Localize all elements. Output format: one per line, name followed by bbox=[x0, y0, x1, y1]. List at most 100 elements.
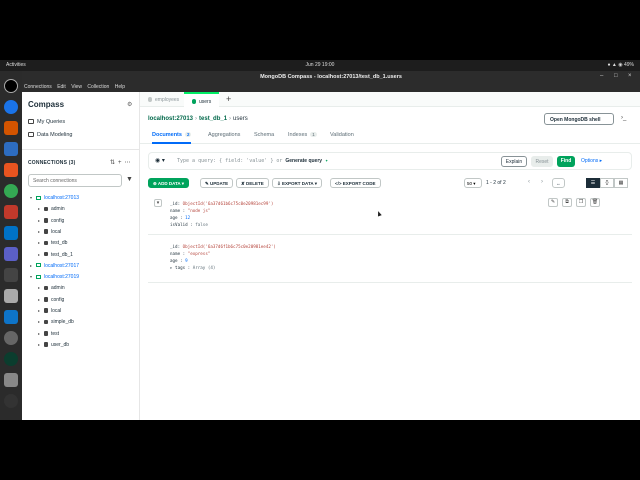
office-icon[interactable] bbox=[4, 205, 18, 219]
database-item[interactable]: ▸ local bbox=[38, 229, 61, 235]
expand-all-button[interactable]: ↔ bbox=[552, 178, 565, 188]
text-editor-icon[interactable] bbox=[4, 289, 18, 303]
find-button[interactable]: Find bbox=[557, 156, 575, 167]
data-modeling-link[interactable]: Data Modeling bbox=[28, 132, 72, 138]
connection-item[interactable]: ▾ localhost:27013 bbox=[30, 195, 79, 201]
files-icon[interactable] bbox=[4, 121, 18, 135]
window-title: MongoDB Compass - localhost:27013/test_d… bbox=[260, 74, 402, 80]
clock[interactable]: Jun 29 19:00 bbox=[0, 62, 640, 68]
database-item[interactable]: ▸ admin bbox=[38, 285, 65, 291]
vscode-icon[interactable] bbox=[4, 310, 18, 324]
connection-actions[interactable]: ⇅+⋯ bbox=[110, 159, 134, 166]
subtab-validation[interactable]: Validation bbox=[330, 132, 354, 142]
menu-view[interactable]: View bbox=[71, 84, 82, 90]
gear-icon[interactable]: ⚙ bbox=[127, 101, 132, 108]
new-tab-button[interactable]: + bbox=[226, 94, 231, 104]
queries-icon bbox=[28, 119, 34, 125]
system-tray[interactable]: ● ▲ ◉ 49% bbox=[607, 62, 634, 68]
trash-icon[interactable]: 🗑 bbox=[590, 198, 600, 207]
my-queries-link[interactable]: My Queries bbox=[28, 119, 65, 125]
database-item[interactable]: ▸ simple_db bbox=[38, 319, 74, 325]
field-value: ObjectId('6a37d6f1b6c75c0e20981ee42') bbox=[182, 244, 276, 249]
table-view-icon[interactable]: ▦ bbox=[614, 178, 628, 188]
field-key: isValid bbox=[170, 222, 188, 227]
menu-collection[interactable]: Collection bbox=[87, 84, 109, 90]
query-history-icon[interactable]: ◉ ▾ bbox=[155, 157, 165, 164]
open-shell-button[interactable]: Open MongoDB shell bbox=[544, 113, 614, 125]
subtab-indexes[interactable]: Indexes 1 bbox=[288, 132, 317, 142]
document-card[interactable]: ▾ ✎ ⧉ ❐ 🗑 _id: ObjectId('6a37d61b6c75c0e20981… bbox=[148, 195, 632, 235]
filter-icon[interactable]: ▼ bbox=[126, 176, 133, 183]
minimize-icon[interactable]: – bbox=[600, 73, 603, 79]
settings-icon[interactable] bbox=[4, 331, 18, 345]
trash-icon[interactable] bbox=[4, 373, 18, 387]
field-value: false bbox=[195, 222, 208, 227]
database-item[interactable]: ▸ config bbox=[38, 218, 64, 224]
teams-icon[interactable] bbox=[4, 247, 18, 261]
outlook-icon[interactable] bbox=[4, 226, 18, 240]
database-item[interactable]: ▸ test_db bbox=[38, 240, 67, 246]
database-icon bbox=[44, 251, 48, 257]
query-input[interactable]: Type a query: { field: 'value' } or Gene… bbox=[177, 158, 328, 164]
search-connections-input[interactable]: Search connections bbox=[28, 174, 122, 187]
tab-users[interactable]: users bbox=[184, 92, 220, 107]
chevron-left-icon[interactable]: ‹ bbox=[528, 179, 530, 185]
subtab-aggregations[interactable]: Aggregations bbox=[208, 132, 240, 142]
export-data-button[interactable]: ⇩ EXPORT DATA ▾ bbox=[272, 178, 322, 188]
thunderbird-icon[interactable] bbox=[4, 100, 18, 114]
tree-item-label: config bbox=[51, 296, 65, 303]
database-item[interactable]: ▸ admin bbox=[38, 206, 65, 212]
field-id: _id: ObjectId('6a37d61b6c75c0e20981ec99'… bbox=[170, 201, 273, 206]
sparkle-icon: ✦ bbox=[325, 158, 329, 164]
database-item[interactable]: ▸ test_db_1 bbox=[38, 252, 73, 258]
tree-item-label: test_db_1 bbox=[51, 251, 73, 258]
field-key: name bbox=[170, 208, 181, 213]
page-size-select[interactable]: 50 ▾ bbox=[464, 178, 482, 188]
field-key: ▸ tags bbox=[170, 265, 186, 270]
tab-employees[interactable]: employees bbox=[140, 92, 187, 107]
delete-button[interactable]: ✘ DELETE bbox=[236, 178, 269, 188]
export-code-button[interactable]: </> EXPORT CODE bbox=[330, 178, 381, 188]
menu-edit[interactable]: Edit bbox=[57, 84, 66, 90]
explain-button[interactable]: Explain bbox=[501, 156, 527, 167]
copy-icon[interactable]: ⧉ bbox=[562, 198, 572, 207]
json-view-icon[interactable]: {} bbox=[600, 178, 614, 188]
database-item[interactable]: ▸ test bbox=[38, 331, 59, 337]
os-top-bar: Activities Jun 29 19:00 ● ▲ ◉ 49% bbox=[0, 60, 640, 71]
shell-icon[interactable]: ›_ bbox=[621, 115, 626, 121]
database-item[interactable]: ▸ user_db bbox=[38, 342, 69, 348]
breadcrumb-db[interactable]: test_db_1 bbox=[199, 116, 227, 122]
add-data-button[interactable]: ⊕ ADD DATA ▾ bbox=[148, 178, 190, 188]
close-icon[interactable]: × bbox=[628, 73, 632, 79]
database-item[interactable]: ▸ local bbox=[38, 308, 61, 314]
document-card[interactable]: _id: ObjectId('6a37d6f1b6c75c0e20981ee42… bbox=[148, 238, 632, 283]
maximize-icon[interactable]: □ bbox=[614, 73, 618, 79]
list-view-icon[interactable]: ☰ bbox=[586, 178, 600, 188]
reset-button[interactable]: Reset bbox=[531, 156, 553, 167]
chevron-right-icon[interactable]: › bbox=[541, 179, 543, 185]
menu-help[interactable]: Help bbox=[115, 84, 125, 90]
chrome-icon[interactable] bbox=[4, 184, 18, 198]
field-value: 12 bbox=[185, 215, 191, 220]
generate-query-link[interactable]: Generate query bbox=[285, 158, 322, 164]
ubuntu-logo-icon[interactable] bbox=[4, 79, 18, 93]
subtab-documents[interactable]: Documents 2 bbox=[152, 132, 192, 144]
writer-icon[interactable] bbox=[4, 142, 18, 156]
database-item[interactable]: ▸ config bbox=[38, 297, 64, 303]
apps-grid-icon[interactable] bbox=[4, 394, 18, 408]
breadcrumb-host[interactable]: localhost:27013 bbox=[148, 116, 193, 122]
connection-item[interactable]: ▾ localhost:27019 bbox=[30, 274, 79, 280]
database-icon bbox=[44, 308, 48, 313]
field-colon: : bbox=[185, 265, 193, 270]
mongodb-compass-icon[interactable] bbox=[4, 352, 18, 366]
app-center-icon[interactable] bbox=[4, 163, 18, 177]
options-toggle[interactable]: Options ▸ bbox=[581, 158, 602, 164]
subtab-schema[interactable]: Schema bbox=[254, 132, 274, 142]
clone-icon[interactable]: ❐ bbox=[576, 198, 586, 207]
edit-icon[interactable]: ✎ bbox=[548, 198, 558, 207]
update-button[interactable]: ✎ UPDATE bbox=[200, 178, 234, 188]
connection-item[interactable]: ▸ localhost:27017 bbox=[30, 263, 79, 269]
expand-document-icon[interactable]: ▾ bbox=[154, 199, 162, 207]
menu-connections[interactable]: Connections bbox=[24, 84, 52, 90]
terminal-icon[interactable] bbox=[4, 268, 18, 282]
